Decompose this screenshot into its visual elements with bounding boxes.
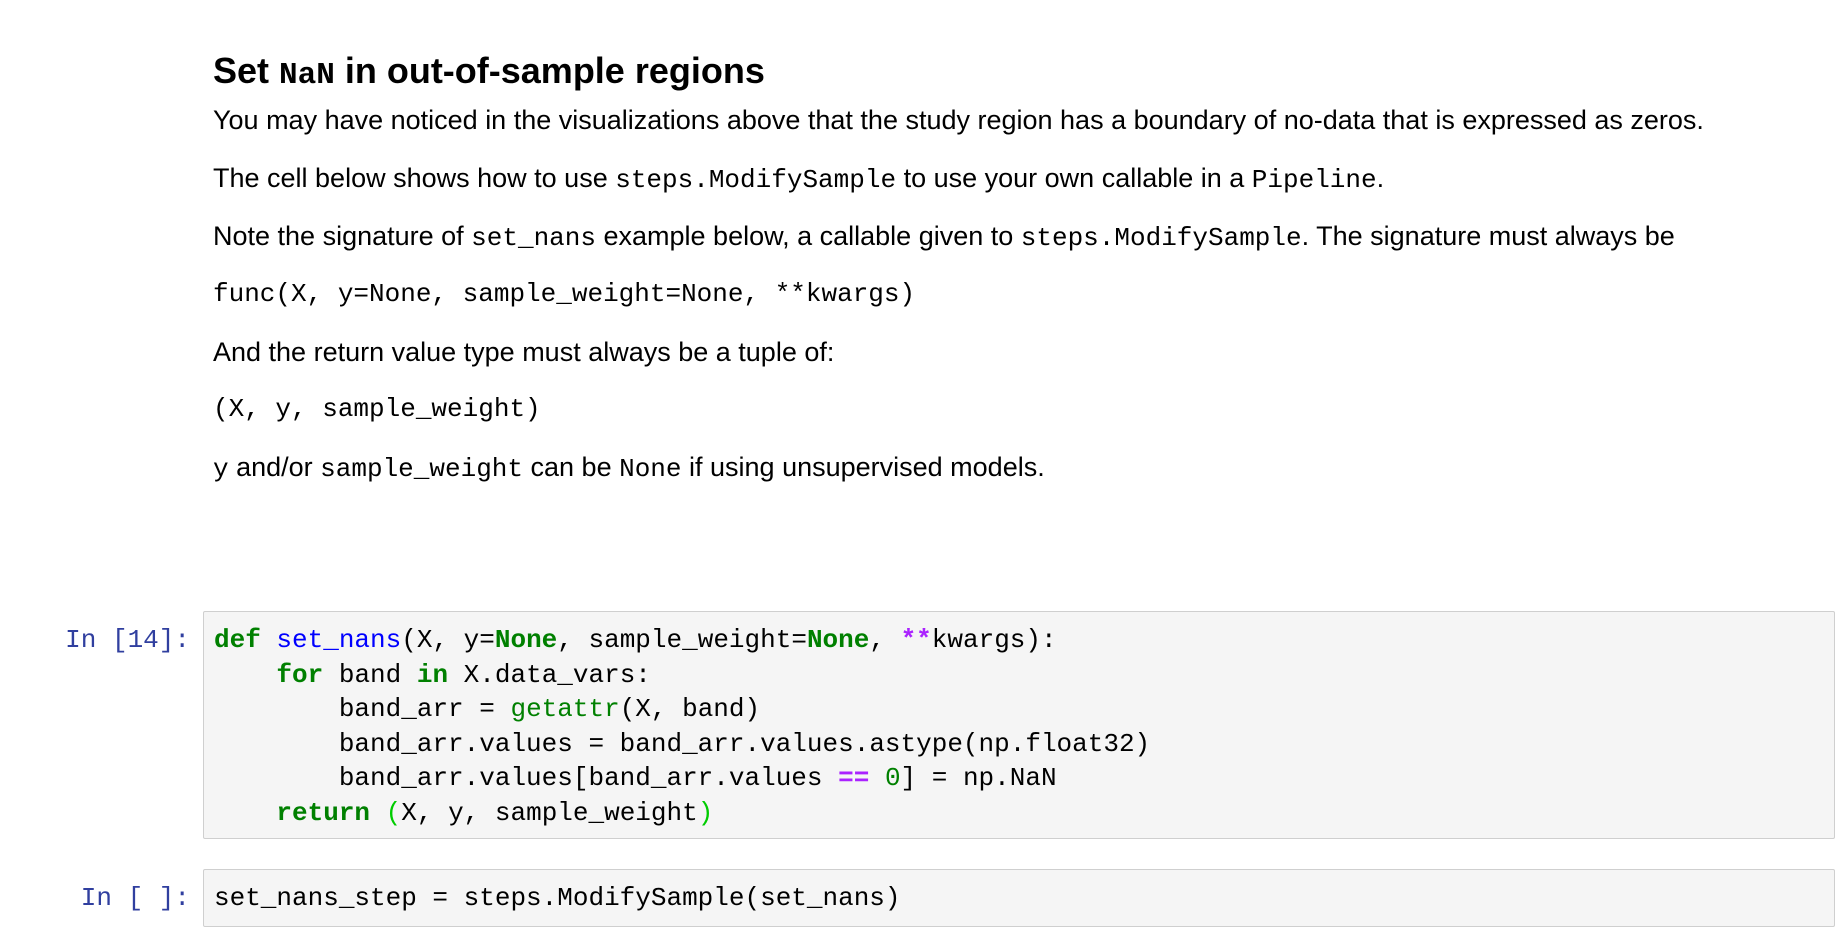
code-text: X.data_vars: xyxy=(448,659,651,690)
inline-code: steps.ModifySample xyxy=(1020,223,1302,253)
inline-code: sample_weight xyxy=(320,454,524,484)
code-text: kwargs): xyxy=(931,625,1057,655)
paragraph-text: . xyxy=(1376,163,1385,193)
code-text: ] = np.NaN xyxy=(900,763,1057,793)
paragraph-text: You may have noticed in the visualizatio… xyxy=(213,105,1704,135)
keyword-def: def xyxy=(214,625,261,655)
paren-close: ) xyxy=(697,797,714,828)
code-cell-editor[interactable]: set_nans_step = steps.ModifySample(set_n… xyxy=(203,869,1835,927)
builtin-getattr: getattr xyxy=(510,694,620,724)
paragraph-text: can be xyxy=(523,452,620,482)
keyword-none: None xyxy=(494,625,558,655)
code-text: band_arr = xyxy=(338,694,511,724)
keyword-return: return xyxy=(276,797,371,828)
inline-code: set_nans xyxy=(471,223,596,253)
keyword-none: None xyxy=(806,625,870,655)
keyword-for: for xyxy=(276,659,324,690)
code-text: (X, y= xyxy=(401,625,495,655)
paragraph-modify-sample: The cell below shows how to use steps.Mo… xyxy=(213,161,1384,197)
paren-open: ( xyxy=(385,797,402,828)
code-content[interactable]: def set_nans(X, y=None, sample_weight=No… xyxy=(204,612,1834,830)
paragraph-no-data: You may have noticed in the visualizatio… xyxy=(213,103,1704,137)
section-heading: Set NaN in out-of-sample regions xyxy=(213,50,765,93)
paragraph-signature: Note the signature of set_nans example b… xyxy=(213,219,1675,255)
code-text: X, y, sample_weight xyxy=(401,797,698,828)
inline-code: steps.ModifySample xyxy=(615,165,897,195)
code-text: band_arr.values = band_arr.values.astype… xyxy=(338,728,1151,759)
tuple-code-block: (X, y, sample_weight) xyxy=(213,394,541,424)
signature-code-block: func(X, y=None, sample_weight=None, **kw… xyxy=(213,279,916,309)
paragraph-text: if using unsupervised models. xyxy=(681,452,1045,482)
code-text: , sample_weight= xyxy=(557,625,807,655)
heading-code: NaN xyxy=(279,58,335,93)
operator-stars: ** xyxy=(900,625,932,655)
input-prompt: In [14]: xyxy=(65,625,190,655)
paragraph-text: and/or xyxy=(228,452,321,482)
heading-text: Set xyxy=(213,50,280,91)
code-text: (X, band) xyxy=(619,694,761,724)
paragraph-text: Note the signature of xyxy=(213,221,472,251)
operator-equals: == xyxy=(838,763,870,793)
paragraph-text: to use your own callable in a xyxy=(896,163,1252,193)
paragraph-text: And the return value type must always be… xyxy=(213,337,835,367)
code-text: band_arr.values[band_arr.values xyxy=(338,763,839,793)
code-content[interactable]: set_nans_step = steps.ModifySample(set_n… xyxy=(204,870,1834,916)
heading-text-rest: in out-of-sample regions xyxy=(334,50,765,91)
keyword-in: in xyxy=(416,659,449,690)
code-cell-editor[interactable]: def set_nans(X, y=None, sample_weight=No… xyxy=(203,611,1835,839)
paragraph-text: . The signature must always be xyxy=(1301,221,1675,251)
code-text: band xyxy=(323,659,417,690)
function-name: set_nans xyxy=(276,625,402,655)
paragraph-text: example below, a callable given to xyxy=(596,221,1021,251)
inline-code: Pipeline xyxy=(1251,165,1377,195)
number-literal: 0 xyxy=(884,763,901,793)
paragraph-unsupervised: y and/or sample_weight can be None if us… xyxy=(213,450,1045,486)
inline-code: y xyxy=(213,454,229,484)
inline-code: None xyxy=(619,454,682,484)
paragraph-text: The cell below shows how to use xyxy=(213,163,616,193)
input-prompt-empty: In [ ]: xyxy=(80,883,190,913)
paragraph-return-type: And the return value type must always be… xyxy=(213,335,834,369)
code-text: , xyxy=(869,625,901,655)
